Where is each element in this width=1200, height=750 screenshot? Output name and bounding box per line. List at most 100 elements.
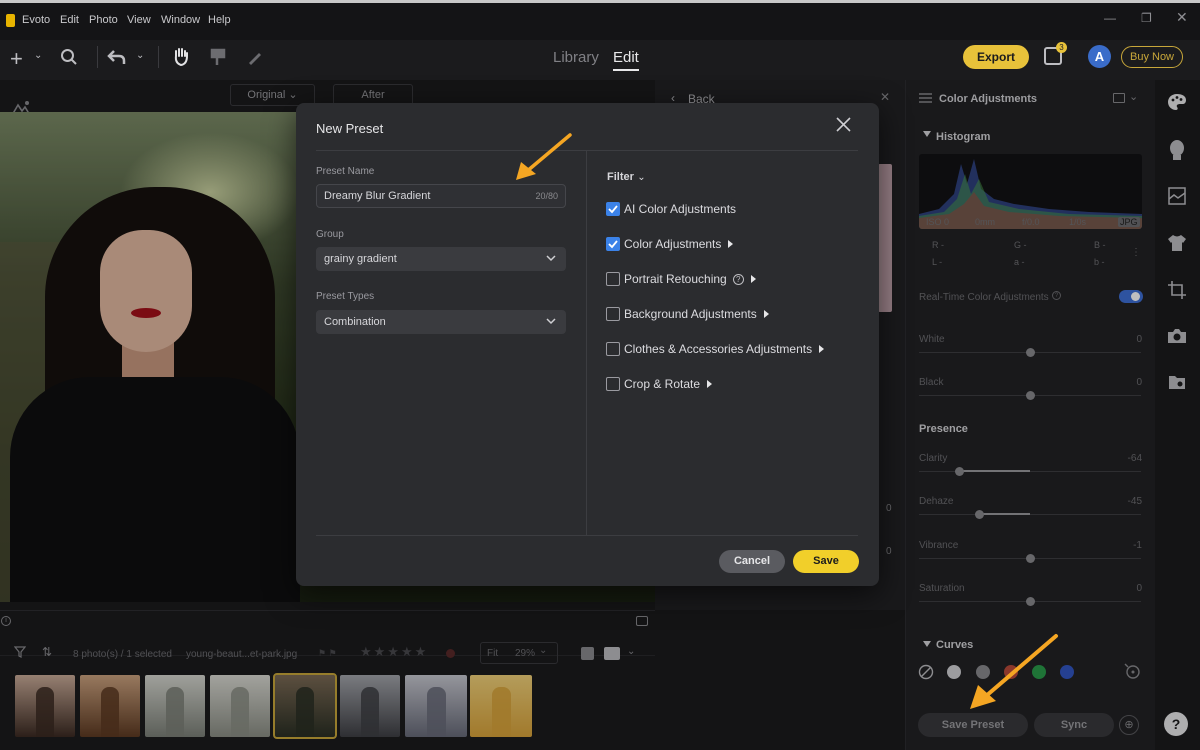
checkbox-checked[interactable] — [606, 237, 620, 251]
filmstrip-thumbnail[interactable] — [15, 675, 75, 737]
filmstrip-thumbnail[interactable] — [340, 675, 400, 737]
curve-rgb-dot[interactable] — [947, 665, 961, 679]
save-preset-button[interactable]: Save Preset — [918, 713, 1028, 737]
camera-icon[interactable] — [1167, 328, 1187, 344]
collapse-triangle-icon[interactable] — [923, 641, 931, 647]
menu-view[interactable]: View — [127, 14, 151, 26]
crop-icon[interactable] — [1168, 281, 1186, 299]
filmstrip-thumbnail[interactable] — [210, 675, 270, 737]
collapse-triangle-icon[interactable] — [923, 131, 931, 137]
slider-knob[interactable] — [1026, 554, 1035, 563]
clothing-icon[interactable] — [1167, 234, 1187, 252]
minimize-icon[interactable]: — — [1104, 11, 1116, 25]
sync-button[interactable]: Sync — [1034, 713, 1114, 737]
folder-settings-icon[interactable] — [1168, 374, 1186, 390]
expand-arrow-icon[interactable] — [707, 380, 713, 388]
slider-knob[interactable] — [974, 510, 984, 519]
single-view-icon[interactable] — [581, 647, 594, 660]
zoom-select[interactable]: Fit 29% ⌄ — [480, 642, 558, 664]
info-icon[interactable]: i — [1, 616, 11, 626]
char-count: 20/80 — [535, 191, 558, 201]
close-window-icon[interactable]: ✕ — [1176, 9, 1188, 26]
slider-knob[interactable] — [1026, 391, 1035, 400]
panel-toggle-icon[interactable] — [636, 616, 648, 626]
background-icon[interactable] — [1168, 187, 1186, 205]
help-circle-icon[interactable]: ? — [1052, 291, 1061, 300]
curve-blue-dot[interactable] — [1060, 665, 1074, 679]
chevron-down-icon[interactable]: ⌄ — [627, 646, 635, 657]
hand-tool-icon[interactable] — [172, 47, 190, 67]
dialog-divider — [316, 150, 858, 151]
close-icon[interactable] — [836, 117, 851, 132]
filmstrip-thumbnail[interactable] — [470, 675, 532, 737]
export-button[interactable]: Export — [963, 45, 1029, 69]
panel-layout-icon[interactable] — [1113, 93, 1125, 103]
menu-edit[interactable]: Edit — [60, 14, 79, 26]
filmstrip-thumbnail[interactable] — [145, 675, 205, 737]
add-icon[interactable]: + — [10, 46, 23, 72]
slider-knob[interactable] — [1026, 597, 1035, 606]
search-icon[interactable] — [60, 48, 78, 66]
slider-track[interactable] — [919, 471, 1141, 472]
group-label: Group — [316, 229, 344, 240]
cart-badge: 3 — [1056, 42, 1067, 53]
realtime-toggle[interactable] — [1119, 290, 1143, 303]
help-circle-icon[interactable]: ? — [732, 274, 744, 285]
sync-settings-icon[interactable]: ⊕ — [1119, 715, 1139, 735]
pen-tool-icon[interactable] — [246, 48, 264, 66]
slider-track[interactable] — [919, 514, 1141, 515]
menu-photo[interactable]: Photo — [89, 14, 118, 26]
annotation-arrow — [508, 132, 574, 184]
checkbox[interactable] — [606, 342, 620, 356]
chevron-down-icon[interactable]: ⌄ — [1129, 90, 1138, 103]
close-panel-icon[interactable]: ✕ — [880, 90, 890, 104]
compare-view-icon[interactable] — [604, 647, 620, 660]
menu-help[interactable]: Help — [208, 14, 231, 26]
preset-types-select[interactable]: Combination — [316, 310, 566, 334]
color-swatch-bar — [878, 164, 892, 312]
expand-arrow-icon[interactable] — [728, 240, 734, 248]
checkbox[interactable] — [606, 272, 620, 286]
filmstrip-thumbnail[interactable] — [80, 675, 140, 737]
expand-arrow-icon[interactable] — [819, 345, 825, 353]
expand-arrow-icon[interactable] — [750, 275, 756, 283]
slider-value: 0 — [1136, 334, 1142, 345]
photo-subject-jacket — [10, 377, 300, 602]
menu-window[interactable]: Window — [161, 14, 200, 26]
target-adjust-icon[interactable] — [1123, 662, 1141, 680]
avatar[interactable]: A — [1088, 45, 1111, 68]
tab-library[interactable]: Library — [553, 49, 599, 66]
filter-icon[interactable] — [14, 646, 26, 658]
tab-edit[interactable]: Edit — [613, 49, 639, 71]
help-button[interactable]: ? — [1164, 712, 1188, 736]
brush-tool-icon[interactable] — [209, 47, 227, 67]
zoom-value: 29% — [515, 648, 536, 659]
checkbox[interactable] — [606, 377, 620, 391]
chevron-down-icon[interactable]: ⌄ — [34, 50, 42, 61]
checkbox[interactable] — [606, 307, 620, 321]
filter-dropdown[interactable]: Filter ⌄ — [607, 169, 646, 183]
more-icon[interactable]: ⋮ — [1131, 247, 1141, 258]
group-select[interactable]: grainy gradient — [316, 247, 566, 271]
palette-icon[interactable] — [1167, 93, 1187, 111]
undo-history-chevron-icon[interactable]: ⌄ — [136, 50, 144, 61]
save-button[interactable]: Save — [793, 550, 859, 573]
star-rating[interactable]: ★★★★★ — [360, 644, 428, 660]
face-retouch-icon[interactable] — [1169, 140, 1185, 160]
flag-icons[interactable]: ⚑ ⚑ — [318, 648, 348, 658]
sort-icon[interactable]: ⇅ — [42, 645, 52, 659]
expand-arrow-icon[interactable] — [763, 310, 769, 318]
filmstrip-thumbnail[interactable] — [273, 673, 337, 739]
maximize-icon[interactable]: ❐ — [1141, 11, 1152, 25]
option-text: AI Color Adjustments — [624, 202, 737, 216]
filmstrip-thumbnail[interactable] — [405, 675, 467, 737]
slider-knob[interactable] — [954, 467, 964, 476]
preset-name-input[interactable]: Dreamy Blur Gradient 20/80 — [316, 184, 566, 208]
curve-disable-icon[interactable] — [918, 664, 934, 680]
checkbox-checked[interactable] — [606, 202, 620, 216]
buy-now-button[interactable]: Buy Now — [1121, 46, 1183, 68]
cancel-button[interactable]: Cancel — [719, 550, 785, 573]
slider-knob[interactable] — [1026, 348, 1035, 357]
undo-icon[interactable] — [107, 48, 127, 66]
color-label-dot[interactable] — [446, 649, 455, 658]
